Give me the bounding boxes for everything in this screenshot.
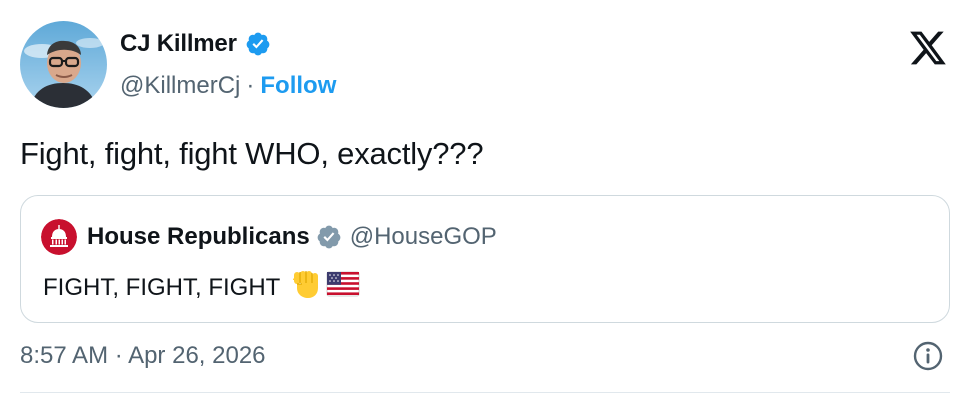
author-name-row: CJ Killmer [120,30,271,58]
tweet-time: 8:57 AM [20,342,109,369]
verified-badge-icon [245,31,271,57]
author-handle[interactable]: @KillmerCj [120,72,240,100]
author-avatar[interactable] [20,21,107,108]
author-avatar-image [20,21,107,108]
capitol-dome-icon [41,219,77,255]
quoted-author-avatar[interactable] [41,219,77,255]
x-logo-icon[interactable] [908,30,948,66]
author-handle-row: @KillmerCj · Follow [120,72,336,100]
quoted-tweet[interactable]: House Republicans @HouseGOP FIGHT, FIGHT… [20,195,950,323]
quoted-tweet-text: FIGHT, FIGHT, FIGHT [43,273,281,301]
timestamp-separator: · [114,342,123,369]
raised-fist-emoji-icon [288,268,322,307]
tweet-timestamp[interactable]: 8:57 AM · Apr 26, 2026 [20,342,266,370]
follow-button[interactable]: Follow [260,72,336,100]
quoted-author-handle[interactable]: @HouseGOP [350,223,497,251]
info-icon[interactable] [912,340,944,372]
quoted-tweet-header: House Republicans @HouseGOP [41,219,497,255]
us-flag-emoji-icon [326,271,360,304]
tweet-embed-card: CJ Killmer @KillmerCj · Follow Fight, fi… [0,0,968,394]
author-display-name[interactable]: CJ Killmer [120,30,237,58]
handle-separator: · [246,72,255,99]
tweet-date: Apr 26, 2026 [128,342,266,369]
quoted-author-display-name[interactable]: House Republicans [87,223,310,251]
divider [20,392,950,393]
tweet-text: Fight, fight, fight WHO, exactly??? [20,136,484,171]
government-badge-icon [316,224,342,250]
quoted-tweet-text-row: FIGHT, FIGHT, FIGHT [43,268,360,307]
